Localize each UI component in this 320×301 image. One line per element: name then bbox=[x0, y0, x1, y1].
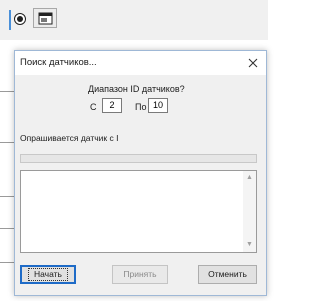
from-id-input[interactable]: 2 bbox=[102, 98, 122, 113]
background-toolbar bbox=[0, 0, 268, 40]
window-toolbar-button[interactable] bbox=[33, 8, 57, 28]
background-divider bbox=[0, 262, 14, 263]
dialog-title: Поиск датчиков... bbox=[20, 57, 97, 68]
found-sensors-list[interactable]: ▲ ▼ bbox=[20, 170, 257, 253]
list-scrollbar[interactable]: ▲ ▼ bbox=[243, 171, 256, 252]
sensor-search-dialog: Поиск датчиков... Диапазон ID датчиков? … bbox=[14, 50, 267, 296]
close-button[interactable] bbox=[246, 56, 260, 70]
start-button[interactable]: Начать bbox=[20, 265, 76, 284]
toolbar-separator bbox=[9, 10, 11, 30]
background-divider bbox=[0, 91, 14, 92]
scroll-down-icon[interactable]: ▼ bbox=[246, 241, 253, 249]
cancel-button[interactable]: Отменить bbox=[198, 265, 257, 284]
radio-selected-icon[interactable] bbox=[14, 13, 26, 25]
start-button-label: Начать bbox=[28, 268, 68, 281]
scroll-up-icon[interactable]: ▲ bbox=[246, 174, 253, 182]
to-id-input[interactable]: 10 bbox=[148, 98, 168, 113]
from-label: С bbox=[90, 102, 97, 112]
search-progress-bar bbox=[20, 154, 257, 163]
to-label: По bbox=[135, 102, 147, 112]
id-range-label: Диапазон ID датчиков? bbox=[88, 84, 185, 94]
dialog-titlebar[interactable]: Поиск датчиков... bbox=[15, 51, 266, 75]
background-divider bbox=[0, 196, 14, 197]
window-toolbar-icon bbox=[38, 12, 53, 25]
polling-status-text: Опрашивается датчик с I bbox=[20, 133, 119, 143]
close-icon bbox=[248, 58, 258, 68]
accept-button[interactable]: Принять bbox=[112, 265, 168, 284]
background-divider bbox=[0, 142, 14, 143]
background-divider bbox=[0, 228, 14, 229]
